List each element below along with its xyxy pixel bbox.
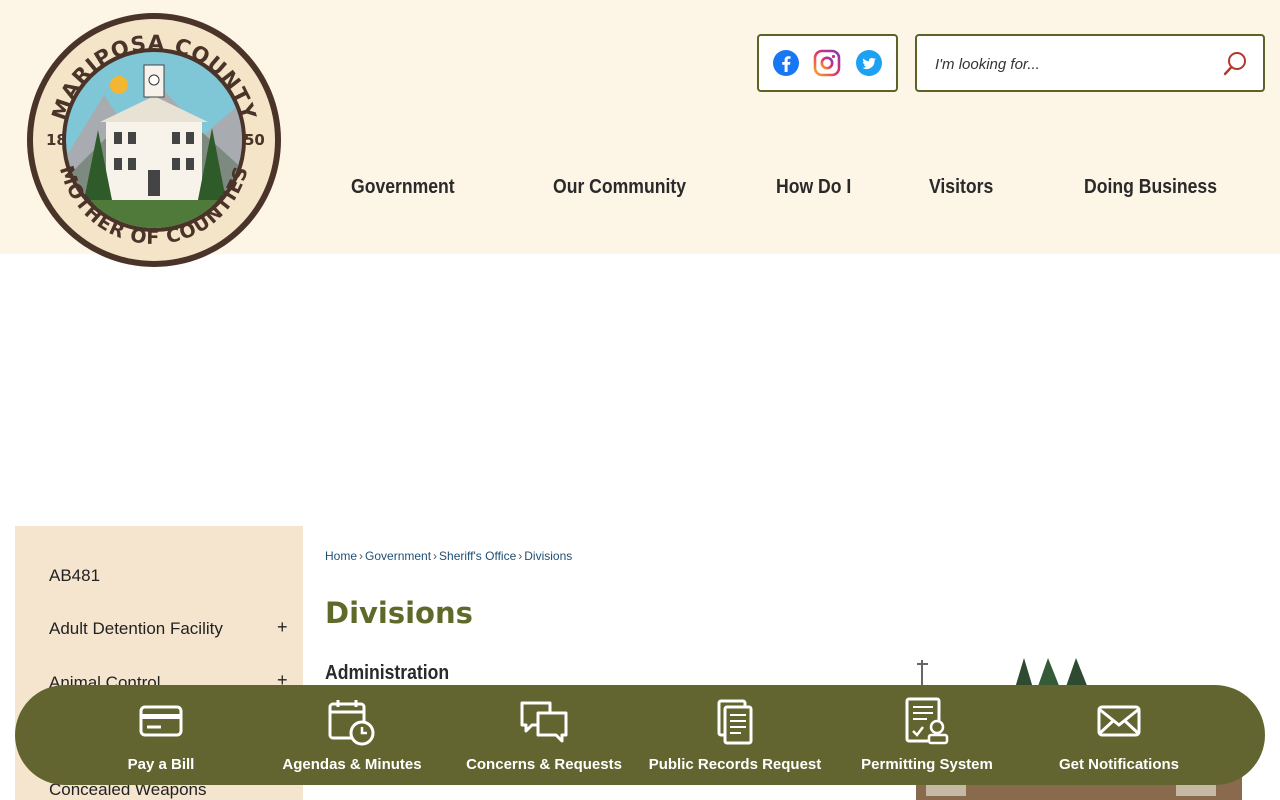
- breadcrumb-sheriffs-office[interactable]: Sheriff's Office: [439, 549, 516, 563]
- nav-item-government[interactable]: Government: [351, 176, 455, 199]
- nav-item-how-do-i[interactable]: How Do I: [776, 176, 851, 199]
- search-icon[interactable]: [1221, 50, 1249, 78]
- social-links: [757, 34, 898, 92]
- quick-link-label: Permitting System: [861, 756, 993, 773]
- section-heading-administration: Administration: [325, 662, 450, 684]
- breadcrumb-divisions[interactable]: Divisions: [524, 549, 572, 563]
- quick-link-label: Pay a Bill: [127, 756, 195, 773]
- search-input[interactable]: [935, 50, 1215, 78]
- quick-link-label: Get Notifications: [1058, 756, 1179, 773]
- quick-link-concerns-requests[interactable]: Concerns & Requests: [448, 685, 640, 785]
- quick-link-get-notifications[interactable]: Get Notifications: [1023, 685, 1215, 785]
- seal-year-left: 18: [46, 131, 67, 149]
- twitter-icon[interactable]: [855, 49, 883, 77]
- page-title: Divisions: [325, 596, 473, 630]
- site-search: [915, 34, 1265, 92]
- sidebar-item-ab481[interactable]: AB481: [49, 566, 100, 586]
- breadcrumb-separator: ›: [518, 549, 523, 563]
- quick-link-permitting-system[interactable]: Permitting System: [831, 685, 1023, 785]
- nav-item-doing-business[interactable]: Doing Business: [1084, 176, 1217, 199]
- quick-link-label: Agendas & Minutes: [282, 756, 422, 773]
- calendar-clock-icon: [328, 700, 375, 746]
- breadcrumb-home[interactable]: Home: [325, 549, 357, 563]
- site-header: MARIPOSA COUNTY MOTHER OF COUNTIES 18 50…: [0, 0, 1280, 267]
- main-navigation: Government Our Community How Do I Visito…: [300, 170, 1280, 210]
- permit-stamp-icon: [905, 697, 949, 745]
- nav-item-visitors[interactable]: Visitors: [929, 176, 993, 199]
- nav-item-our-community[interactable]: Our Community: [553, 176, 686, 199]
- expand-toggle-adult-detention[interactable]: +: [277, 617, 288, 638]
- facebook-icon[interactable]: [772, 49, 800, 77]
- breadcrumb: Home › Government › Sheriff's Office › Divisio…: [325, 549, 572, 563]
- sidebar-item-adult-detention-facility[interactable]: Adult Detention Facility: [49, 619, 223, 639]
- quick-link-agendas-minutes[interactable]: Agendas & Minutes: [256, 685, 448, 785]
- envelope-icon: [1097, 705, 1141, 737]
- credit-card-icon: [139, 705, 183, 737]
- breadcrumb-government[interactable]: Government: [365, 549, 431, 563]
- county-seal-logo[interactable]: MARIPOSA COUNTY MOTHER OF COUNTIES 18 50: [24, 10, 284, 270]
- instagram-icon[interactable]: [813, 49, 841, 77]
- chat-bubbles-icon: [520, 701, 568, 743]
- seal-year-right: 50: [244, 131, 265, 149]
- quick-links-bar: Pay a Bill Agendas & Minutes Concerns & …: [15, 685, 1265, 785]
- quick-link-pay-a-bill[interactable]: Pay a Bill: [65, 685, 257, 785]
- quick-link-label: Concerns & Requests: [466, 756, 622, 773]
- breadcrumb-separator: ›: [359, 549, 364, 563]
- quick-link-label: Public Records Request: [648, 756, 822, 773]
- breadcrumb-separator: ›: [433, 549, 438, 563]
- quick-link-public-records-request[interactable]: Public Records Request: [639, 685, 831, 785]
- documents-icon: [717, 699, 753, 745]
